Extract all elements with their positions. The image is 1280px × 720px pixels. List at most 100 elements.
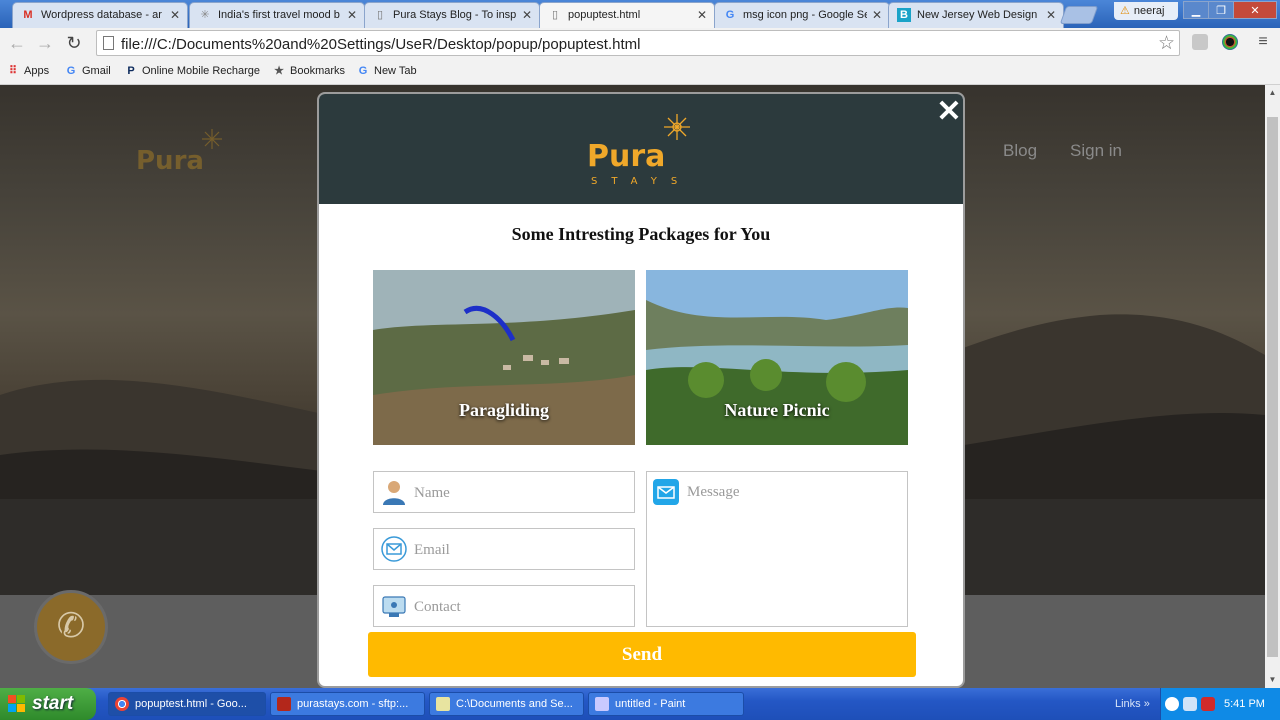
phone-call-button[interactable]: ✆	[34, 590, 108, 664]
tab-pura-stays-blog[interactable]: ▯ Pura Stays Blog - To insp ✕	[364, 2, 540, 28]
chrome-icon	[115, 697, 129, 711]
contact-input[interactable]	[412, 596, 626, 618]
page-icon	[103, 36, 114, 50]
back-arrow-icon[interactable]: ←	[6, 32, 28, 54]
logo-subtext: STAYS	[591, 176, 691, 187]
tray-arrow-icon[interactable]	[1165, 697, 1179, 711]
sun-icon	[664, 114, 690, 140]
star-icon: ★	[274, 65, 284, 77]
apps-grid-icon: ⠿	[8, 65, 18, 77]
phone-icon: ✆	[56, 607, 86, 645]
extension-shield-icon[interactable]	[1192, 34, 1208, 50]
profile-button[interactable]: ⚠ neeraj	[1114, 2, 1178, 20]
close-icon[interactable]: ✕	[522, 8, 532, 22]
task-label: purastays.com - sftp:...	[297, 698, 409, 710]
scroll-up-arrow-icon[interactable]: ▲	[1267, 87, 1278, 99]
task-label: untitled - Paint	[615, 698, 686, 710]
loading-icon: ✳	[200, 9, 210, 21]
message-field[interactable]	[646, 471, 908, 627]
bg-nav-sign-in[interactable]: Sign in	[1070, 141, 1122, 161]
email-icon	[381, 536, 407, 562]
tab-label: Pura Stays Blog - To insp	[393, 9, 517, 21]
bookmark-new-tab[interactable]: G New Tab	[356, 62, 417, 80]
tab-wordpress-database[interactable]: M Wordpress database - ar ✕	[12, 2, 188, 28]
task-filezilla[interactable]: purastays.com - sftp:...	[270, 692, 425, 716]
start-button[interactable]: start	[0, 688, 96, 720]
tab-label: India's first travel mood b	[218, 9, 340, 21]
bootstrap-icon: B	[897, 8, 911, 22]
bookmark-apps[interactable]: ⠿ Apps	[6, 62, 49, 80]
task-paint[interactable]: untitled - Paint	[588, 692, 744, 716]
bookmark-gmail[interactable]: G Gmail	[64, 62, 111, 80]
google-icon: G	[66, 65, 76, 77]
bookmark-online-mobile-recharge[interactable]: P Online Mobile Recharge	[124, 62, 260, 80]
close-popup-button[interactable]: ✕	[935, 97, 963, 127]
bg-nav-blog[interactable]: Blog	[1003, 141, 1037, 161]
close-icon[interactable]: ✕	[347, 8, 357, 22]
svg-text:Pura: Pura	[136, 146, 204, 176]
contact-field[interactable]	[373, 585, 635, 627]
logo-text: Pura	[587, 139, 665, 174]
minimize-button[interactable]: ▁	[1183, 1, 1209, 19]
google-icon: G	[358, 65, 368, 77]
task-label: C:\Documents and Se...	[456, 698, 573, 710]
task-notepad[interactable]: C:\Documents and Se...	[429, 692, 584, 716]
address-input[interactable]	[119, 33, 1143, 55]
close-window-button[interactable]: ✕	[1233, 1, 1277, 19]
page-scrollbar[interactable]: ▲ ▼	[1265, 85, 1280, 688]
close-icon[interactable]: ✕	[872, 8, 882, 22]
tab-label: msg icon png - Google Se	[743, 9, 867, 21]
tab-label: Wordpress database - ar	[41, 9, 162, 21]
page-icon: ▯	[551, 9, 559, 21]
warning-icon: ⚠	[1120, 5, 1130, 17]
google-icon: G	[725, 9, 735, 21]
address-bar[interactable]: ☆	[96, 30, 1180, 56]
pura-stays-logo: Pura STAYS	[587, 114, 691, 187]
bookmark-bookmarks[interactable]: ★ Bookmarks	[272, 62, 345, 80]
restore-button[interactable]: ❐	[1208, 1, 1234, 19]
task-chrome-popuptest[interactable]: popuptest.html - Goo...	[108, 692, 266, 716]
close-icon[interactable]: ✕	[170, 8, 180, 22]
bookmark-label: Bookmarks	[290, 65, 346, 77]
gmail-icon: M	[23, 9, 33, 21]
name-field[interactable]	[373, 471, 635, 513]
package-label: Paragliding	[458, 400, 549, 420]
package-card-nature-picnic[interactable]: Nature Picnic	[646, 270, 908, 445]
bookmark-label: Apps	[24, 65, 50, 77]
bookmark-label: Gmail	[82, 65, 111, 77]
package-label: Nature Picnic	[724, 400, 830, 420]
close-icon[interactable]: ✕	[1046, 8, 1056, 22]
name-input[interactable]	[412, 482, 626, 504]
bookmark-star-icon[interactable]: ☆	[1158, 32, 1175, 55]
antivirus-icon[interactable]	[1201, 697, 1215, 711]
network-icon[interactable]	[1183, 697, 1197, 711]
paint-icon	[595, 697, 609, 711]
forward-arrow-icon[interactable]: →	[34, 32, 56, 54]
message-icon	[653, 479, 679, 505]
menu-icon[interactable]: ≡	[1256, 34, 1270, 50]
message-input[interactable]	[685, 482, 903, 622]
scroll-down-arrow-icon[interactable]: ▼	[1267, 674, 1278, 686]
email-field[interactable]	[373, 528, 635, 570]
scrollbar-thumb[interactable]	[1267, 117, 1278, 657]
tab-new-jersey-web-design[interactable]: B New Jersey Web Design ✕	[888, 2, 1064, 28]
reload-icon[interactable]: ↻	[63, 32, 85, 54]
tab-label: New Jersey Web Design	[917, 9, 1038, 21]
links-toolbar[interactable]: Links »	[1115, 688, 1150, 720]
filezilla-icon	[277, 697, 291, 711]
task-label: popuptest.html - Goo...	[135, 698, 247, 710]
tab-popuptest[interactable]: ▯ popuptest.html ✕	[539, 2, 715, 28]
user-icon	[383, 481, 405, 505]
profile-name: neeraj	[1133, 5, 1165, 17]
email-input[interactable]	[412, 539, 626, 561]
package-card-paragliding[interactable]: Paragliding	[373, 270, 635, 445]
new-tab-button[interactable]	[1059, 6, 1099, 24]
tab-travel-mood[interactable]: ✳ India's first travel mood b ✕	[189, 2, 365, 28]
close-icon[interactable]: ✕	[697, 8, 707, 22]
send-button[interactable]: Send	[368, 632, 916, 677]
extension-color-icon[interactable]	[1222, 34, 1238, 50]
tab-msg-icon-search[interactable]: G msg icon png - Google Se ✕	[714, 2, 890, 28]
clock: 5:41 PM	[1224, 698, 1265, 710]
bookmarks-bar: ⠿ Apps G Gmail P Online Mobile Recharge ★ Bo…	[0, 58, 1280, 85]
paytm-icon: P	[127, 65, 135, 77]
